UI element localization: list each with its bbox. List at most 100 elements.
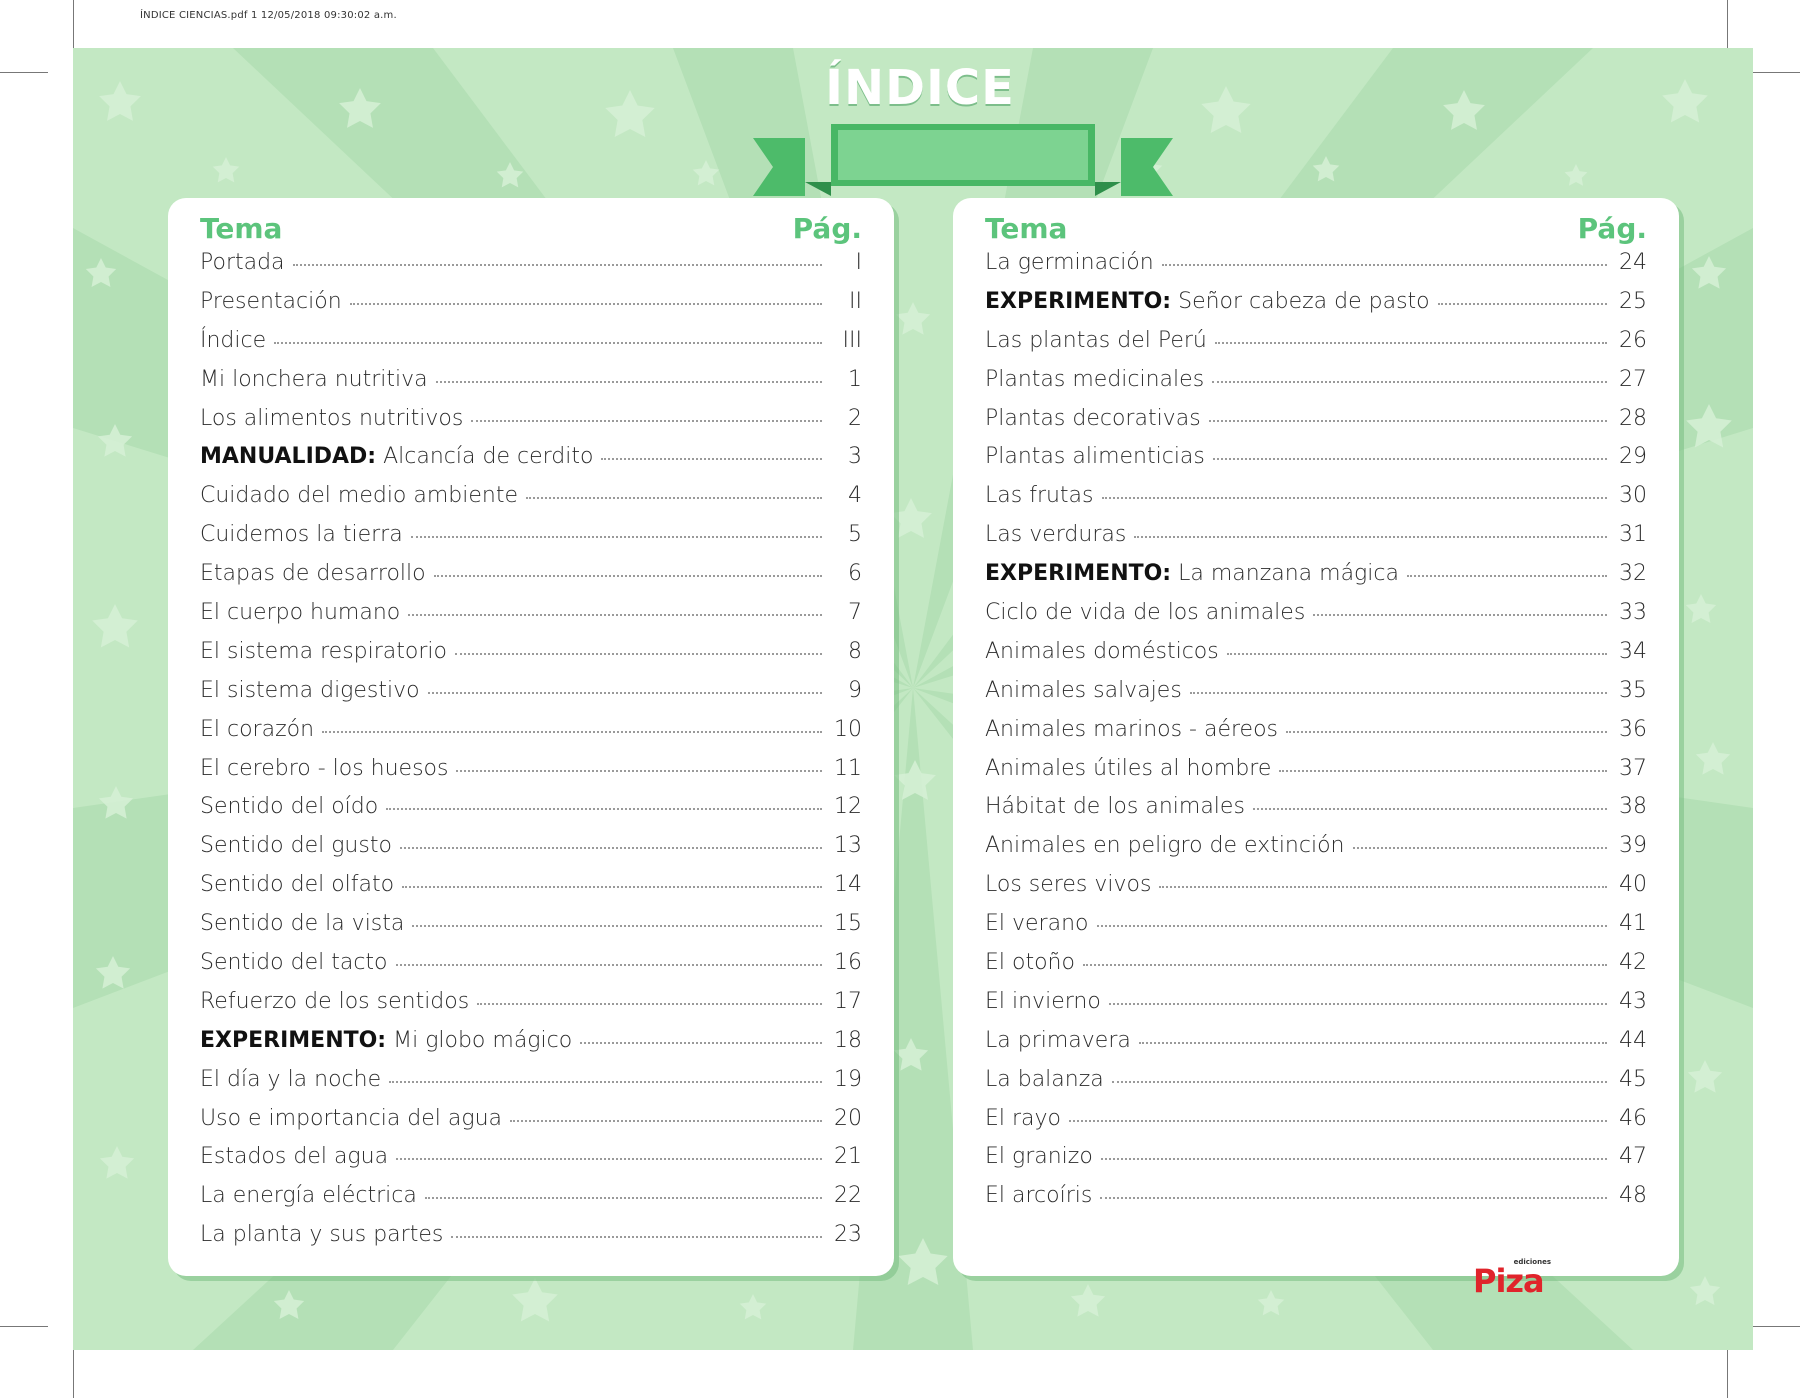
toc-entry: Mi lonchera nutritiva 1 xyxy=(200,367,862,406)
dot-leader xyxy=(1108,1002,1607,1005)
toc-entry-title: Las verduras xyxy=(985,522,1126,547)
dot-leader xyxy=(1214,341,1607,344)
toc-entry-page: 5 xyxy=(848,522,862,548)
toc-entry-page: 44 xyxy=(1619,1027,1647,1053)
toc-entry: Plantas medicinales 27 xyxy=(985,367,1647,406)
toc-entry-page: 36 xyxy=(1619,716,1647,742)
toc-entry-page: 43 xyxy=(1619,988,1647,1014)
topic-header: Tema xyxy=(200,212,283,245)
toc-entry-page: 26 xyxy=(1619,327,1647,353)
toc-entry: Animales salvajes 35 xyxy=(985,678,1647,717)
toc-entry-text: Presentación xyxy=(200,288,342,314)
toc-entry-page: 2 xyxy=(848,405,862,431)
dot-leader xyxy=(402,886,822,889)
dot-leader xyxy=(1189,691,1607,694)
toc-entry-page: 20 xyxy=(834,1105,862,1131)
toc-entry: El sistema digestivo 9 xyxy=(200,678,862,717)
toc-entry: Animales domésticos 34 xyxy=(985,639,1647,678)
toc-entry: El sistema respiratorio 8 xyxy=(200,639,862,678)
toc-entry-title: Hábitat de los animales xyxy=(985,794,1245,819)
toc-header: Tema Pág. xyxy=(200,212,862,248)
toc-entry-title: Animales en peligro de extinción xyxy=(985,833,1345,858)
toc-entry-page: 34 xyxy=(1619,638,1647,664)
toc-entry: Los alimentos nutritivos 2 xyxy=(200,406,862,445)
toc-entry-text: Señor cabeza de pasto xyxy=(1178,288,1430,314)
toc-entry-text: Las verduras xyxy=(985,522,1127,548)
toc-entry: La planta y sus partes 23 xyxy=(200,1222,862,1261)
toc-entry: Cuidado del medio ambiente 4 xyxy=(200,483,862,522)
toc-entry: El corazón 10 xyxy=(200,717,862,756)
page-header: Pág. xyxy=(792,212,862,245)
toc-entry: Sentido del gusto 13 xyxy=(200,833,862,872)
crop-mark xyxy=(1752,1326,1800,1327)
toc-entry-page: 7 xyxy=(848,600,862,626)
dot-leader xyxy=(1100,1158,1607,1161)
dot-leader xyxy=(1226,652,1607,655)
toc-entry-title: La primavera xyxy=(985,1028,1131,1053)
toc-entry-text: La energía eléctrica xyxy=(200,1183,417,1209)
toc-entry-page: 22 xyxy=(834,1183,862,1209)
dot-leader xyxy=(1111,1080,1607,1083)
toc-entry-text: Cuidemos la tierra xyxy=(200,522,403,548)
toc-entry-text: Uso e importancia del agua xyxy=(200,1105,503,1131)
toc-entry-text: Portada xyxy=(200,250,285,275)
toc-entry: EXPERIMENTO: La manzana mágica 32 xyxy=(985,561,1647,600)
dot-leader xyxy=(1101,497,1607,500)
toc-entry-text: Plantas decorativas xyxy=(985,405,1201,431)
toc-entry-page: I xyxy=(855,250,863,275)
toc-entry-page: 46 xyxy=(1619,1105,1647,1131)
dot-leader xyxy=(454,652,822,655)
toc-entry-title: El día y la noche xyxy=(200,1067,381,1092)
toc-entry-text: Refuerzo de los sentidos xyxy=(200,988,470,1014)
dot-leader xyxy=(292,264,822,266)
dot-leader xyxy=(1208,419,1607,422)
toc-entry-page: 29 xyxy=(1619,444,1647,470)
toc-entry-title: Ciclo de vida de los animales xyxy=(985,600,1305,625)
toc-entry-page: 47 xyxy=(1619,1144,1647,1170)
toc-entry: Índice III xyxy=(200,328,862,367)
toc-entry-page: 39 xyxy=(1619,833,1647,859)
dot-leader xyxy=(1134,536,1607,539)
toc-entry-page: 35 xyxy=(1619,677,1647,703)
toc-entry-title: MANUALIDAD: Alcancía de cerdito xyxy=(200,444,593,469)
toc-entry-text: El día y la noche xyxy=(200,1066,382,1092)
toc-entry-title: Sentido de la vista xyxy=(200,911,404,936)
dot-leader xyxy=(451,1236,822,1239)
toc-entry: El verano 41 xyxy=(985,911,1647,950)
toc-entry-text: Sentido del gusto xyxy=(200,833,392,859)
toc-entry-category: EXPERIMENTO: xyxy=(985,561,1172,587)
toc-entry-page: III xyxy=(842,327,862,353)
toc-entry-text: Animales útiles al hombre xyxy=(985,755,1272,781)
toc-entry-title: El verano xyxy=(985,911,1089,936)
dot-leader xyxy=(408,614,822,617)
toc-header: Tema Pág. xyxy=(985,212,1647,248)
toc-entry-title: El sistema digestivo xyxy=(200,678,420,703)
toc-entry-title: Plantas alimenticias xyxy=(985,444,1205,469)
dot-leader xyxy=(1082,964,1607,967)
toc-entry-page: 21 xyxy=(834,1144,862,1170)
toc-entry-title: Las plantas del Perú xyxy=(985,328,1207,353)
crop-mark xyxy=(0,1326,48,1327)
toc-entry: Estados del agua 21 xyxy=(200,1144,862,1183)
toc-entry-page: 19 xyxy=(834,1066,862,1092)
print-header: ÍNDICE CIENCIAS.pdf 1 12/05/2018 09:30:0… xyxy=(140,10,397,21)
toc-entry-text: La primavera xyxy=(985,1027,1131,1053)
toc-entry: Plantas decorativas 28 xyxy=(985,406,1647,445)
toc-entry-text: Sentido de la vista xyxy=(200,911,405,937)
dot-leader xyxy=(1406,575,1607,578)
dot-leader xyxy=(1159,886,1607,889)
toc-panel-left: Tema Pág. Portada I Presentación II Índice II… xyxy=(168,198,894,1276)
toc-entry-text: La planta y sus partes xyxy=(200,1222,444,1248)
toc-entry-page: 16 xyxy=(834,950,862,976)
toc-entry: La energía eléctrica 22 xyxy=(200,1183,862,1222)
toc-entry-page: 23 xyxy=(834,1222,862,1248)
toc-entry-page: 15 xyxy=(834,911,862,937)
toc-entry: Las frutas 30 xyxy=(985,483,1647,522)
dot-leader xyxy=(1286,730,1607,733)
toc-entry-title: El sistema respiratorio xyxy=(200,639,447,664)
toc-entry: Refuerzo de los sentidos 17 xyxy=(200,989,862,1028)
toc-entry: Los seres vivos 40 xyxy=(985,872,1647,911)
dot-leader xyxy=(510,1119,822,1122)
toc-entry-text: El corazón xyxy=(200,716,315,742)
toc-list: La germinación 24 EXPERIMENTO: Señor cabez… xyxy=(985,250,1647,1222)
